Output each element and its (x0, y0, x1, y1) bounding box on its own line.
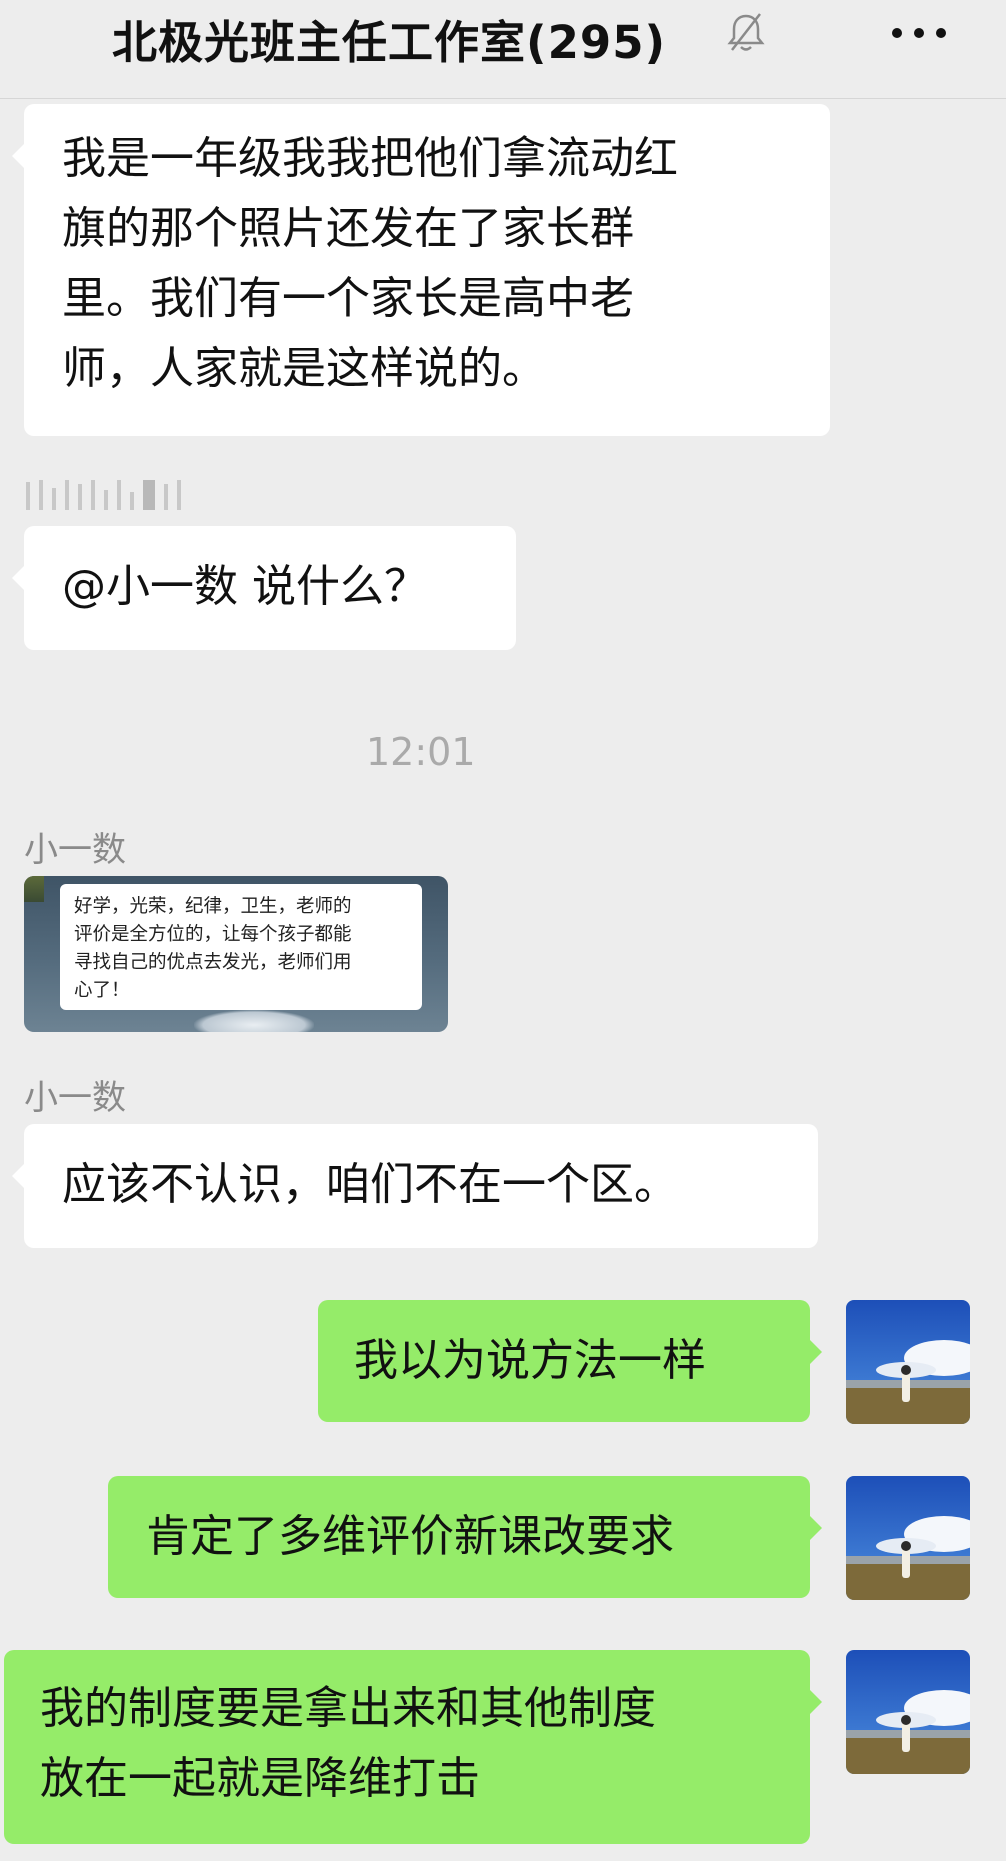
message-line: 放在一起就是降维打击 (40, 1753, 480, 1804)
outgoing-message-bubble[interactable]: 我以为说方法一样 (318, 1300, 822, 1422)
image-note-line: 评价是全方位的，让每个孩子都能 (74, 924, 352, 945)
message-text: @小一数 说什么？ (62, 561, 428, 612)
image-note-line: 好学，光荣，纪律，卫生，老师的 (74, 896, 352, 917)
image-corner-decoration (24, 876, 44, 902)
image-note-card: 好学，光荣，纪律，卫生，老师的 评价是全方位的，让每个孩子都能 寻找自己的优点去… (60, 884, 422, 1010)
image-message[interactable]: 好学，光荣，纪律，卫生，老师的 评价是全方位的，让每个孩子都能 寻找自己的优点去… (24, 876, 448, 1032)
message-timestamp: 12:01 (366, 730, 476, 774)
bell-slash-icon (726, 10, 766, 56)
image-note-line: 寻找自己的优点去发光，老师们用 (74, 952, 352, 973)
message-line: 我是一年级我我把他们拿流动红 (62, 133, 678, 184)
message-text: 肯定了多维评价新课改要求 (146, 1511, 674, 1562)
message-line: 旗的那个照片还发在了家长群 (62, 203, 634, 254)
sender-name: 小一数 (24, 1078, 126, 1118)
outgoing-message-bubble[interactable]: 肯定了多维评价新课改要求 (108, 1476, 822, 1598)
image-cloud-decoration (194, 1010, 314, 1032)
incoming-message-bubble[interactable]: 我是一年级我我把他们拿流动红 旗的那个照片还发在了家长群 里。我们有一个家长是高… (12, 104, 830, 436)
redacted-sender-name (26, 476, 286, 510)
outgoing-message-bubble[interactable]: 我的制度要是拿出来和其他制度 放在一起就是降维打击 (4, 1650, 822, 1844)
incoming-message-bubble[interactable]: 应该不认识，咱们不在一个区。 (12, 1124, 818, 1248)
avatar[interactable] (846, 1650, 970, 1774)
chat-header: 北极光班主任工作室(295) (0, 0, 1006, 99)
message-line: 里。我们有一个家长是高中老 (62, 273, 634, 324)
message-line: 师，人家就是这样说的。 (62, 343, 546, 394)
incoming-message-bubble[interactable]: @小一数 说什么？ (12, 526, 516, 650)
image-note-line: 心了！ (74, 980, 130, 1001)
more-dots-icon[interactable] (890, 24, 950, 40)
message-line: 我的制度要是拿出来和其他制度 (40, 1683, 656, 1734)
sender-name: 小一数 (24, 830, 126, 870)
avatar[interactable] (846, 1476, 970, 1600)
avatar[interactable] (846, 1300, 970, 1424)
message-text: 应该不认识，咱们不在一个区。 (62, 1159, 678, 1210)
message-text: 我以为说方法一样 (354, 1335, 706, 1386)
chat-title[interactable]: 北极光班主任工作室(295) (112, 6, 666, 71)
